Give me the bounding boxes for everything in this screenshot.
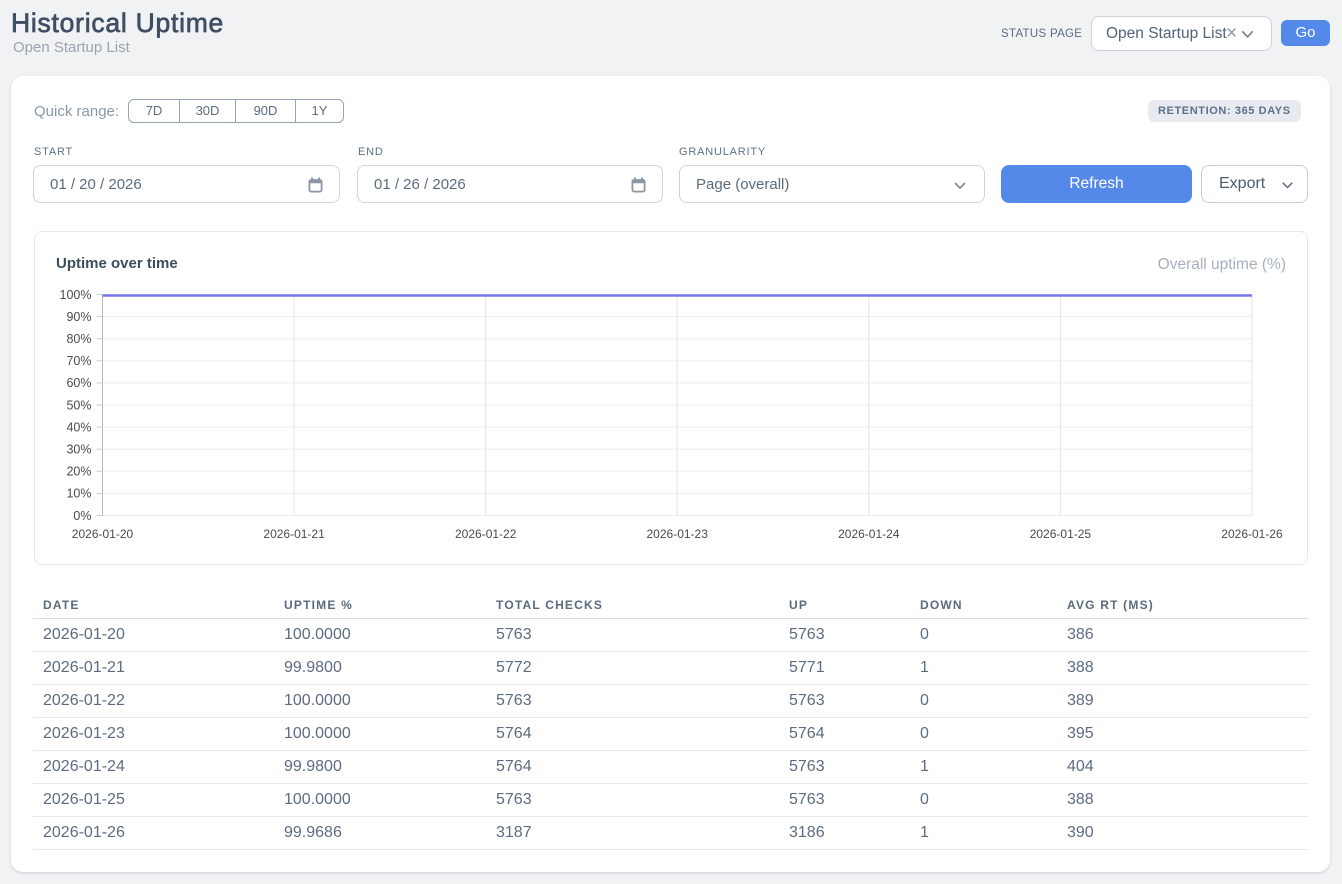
svg-text:2026-01-22: 2026-01-22 (455, 527, 517, 541)
svg-text:50%: 50% (66, 398, 91, 412)
svg-text:2026-01-21: 2026-01-21 (263, 527, 325, 541)
svg-text:30%: 30% (66, 443, 91, 457)
svg-text:2026-01-24: 2026-01-24 (838, 527, 900, 541)
svg-text:2026-01-25: 2026-01-25 (1030, 527, 1092, 541)
svg-text:20%: 20% (66, 465, 91, 479)
svg-text:2026-01-20: 2026-01-20 (72, 527, 134, 541)
svg-text:80%: 80% (66, 332, 91, 346)
svg-text:2026-01-23: 2026-01-23 (647, 527, 709, 541)
svg-text:2026-01-26: 2026-01-26 (1221, 527, 1283, 541)
svg-text:90%: 90% (66, 310, 91, 324)
svg-text:70%: 70% (66, 354, 91, 368)
svg-text:0%: 0% (73, 509, 91, 523)
svg-text:60%: 60% (66, 376, 91, 390)
svg-text:40%: 40% (66, 420, 91, 434)
svg-text:10%: 10% (66, 487, 91, 501)
svg-text:100%: 100% (60, 288, 92, 302)
